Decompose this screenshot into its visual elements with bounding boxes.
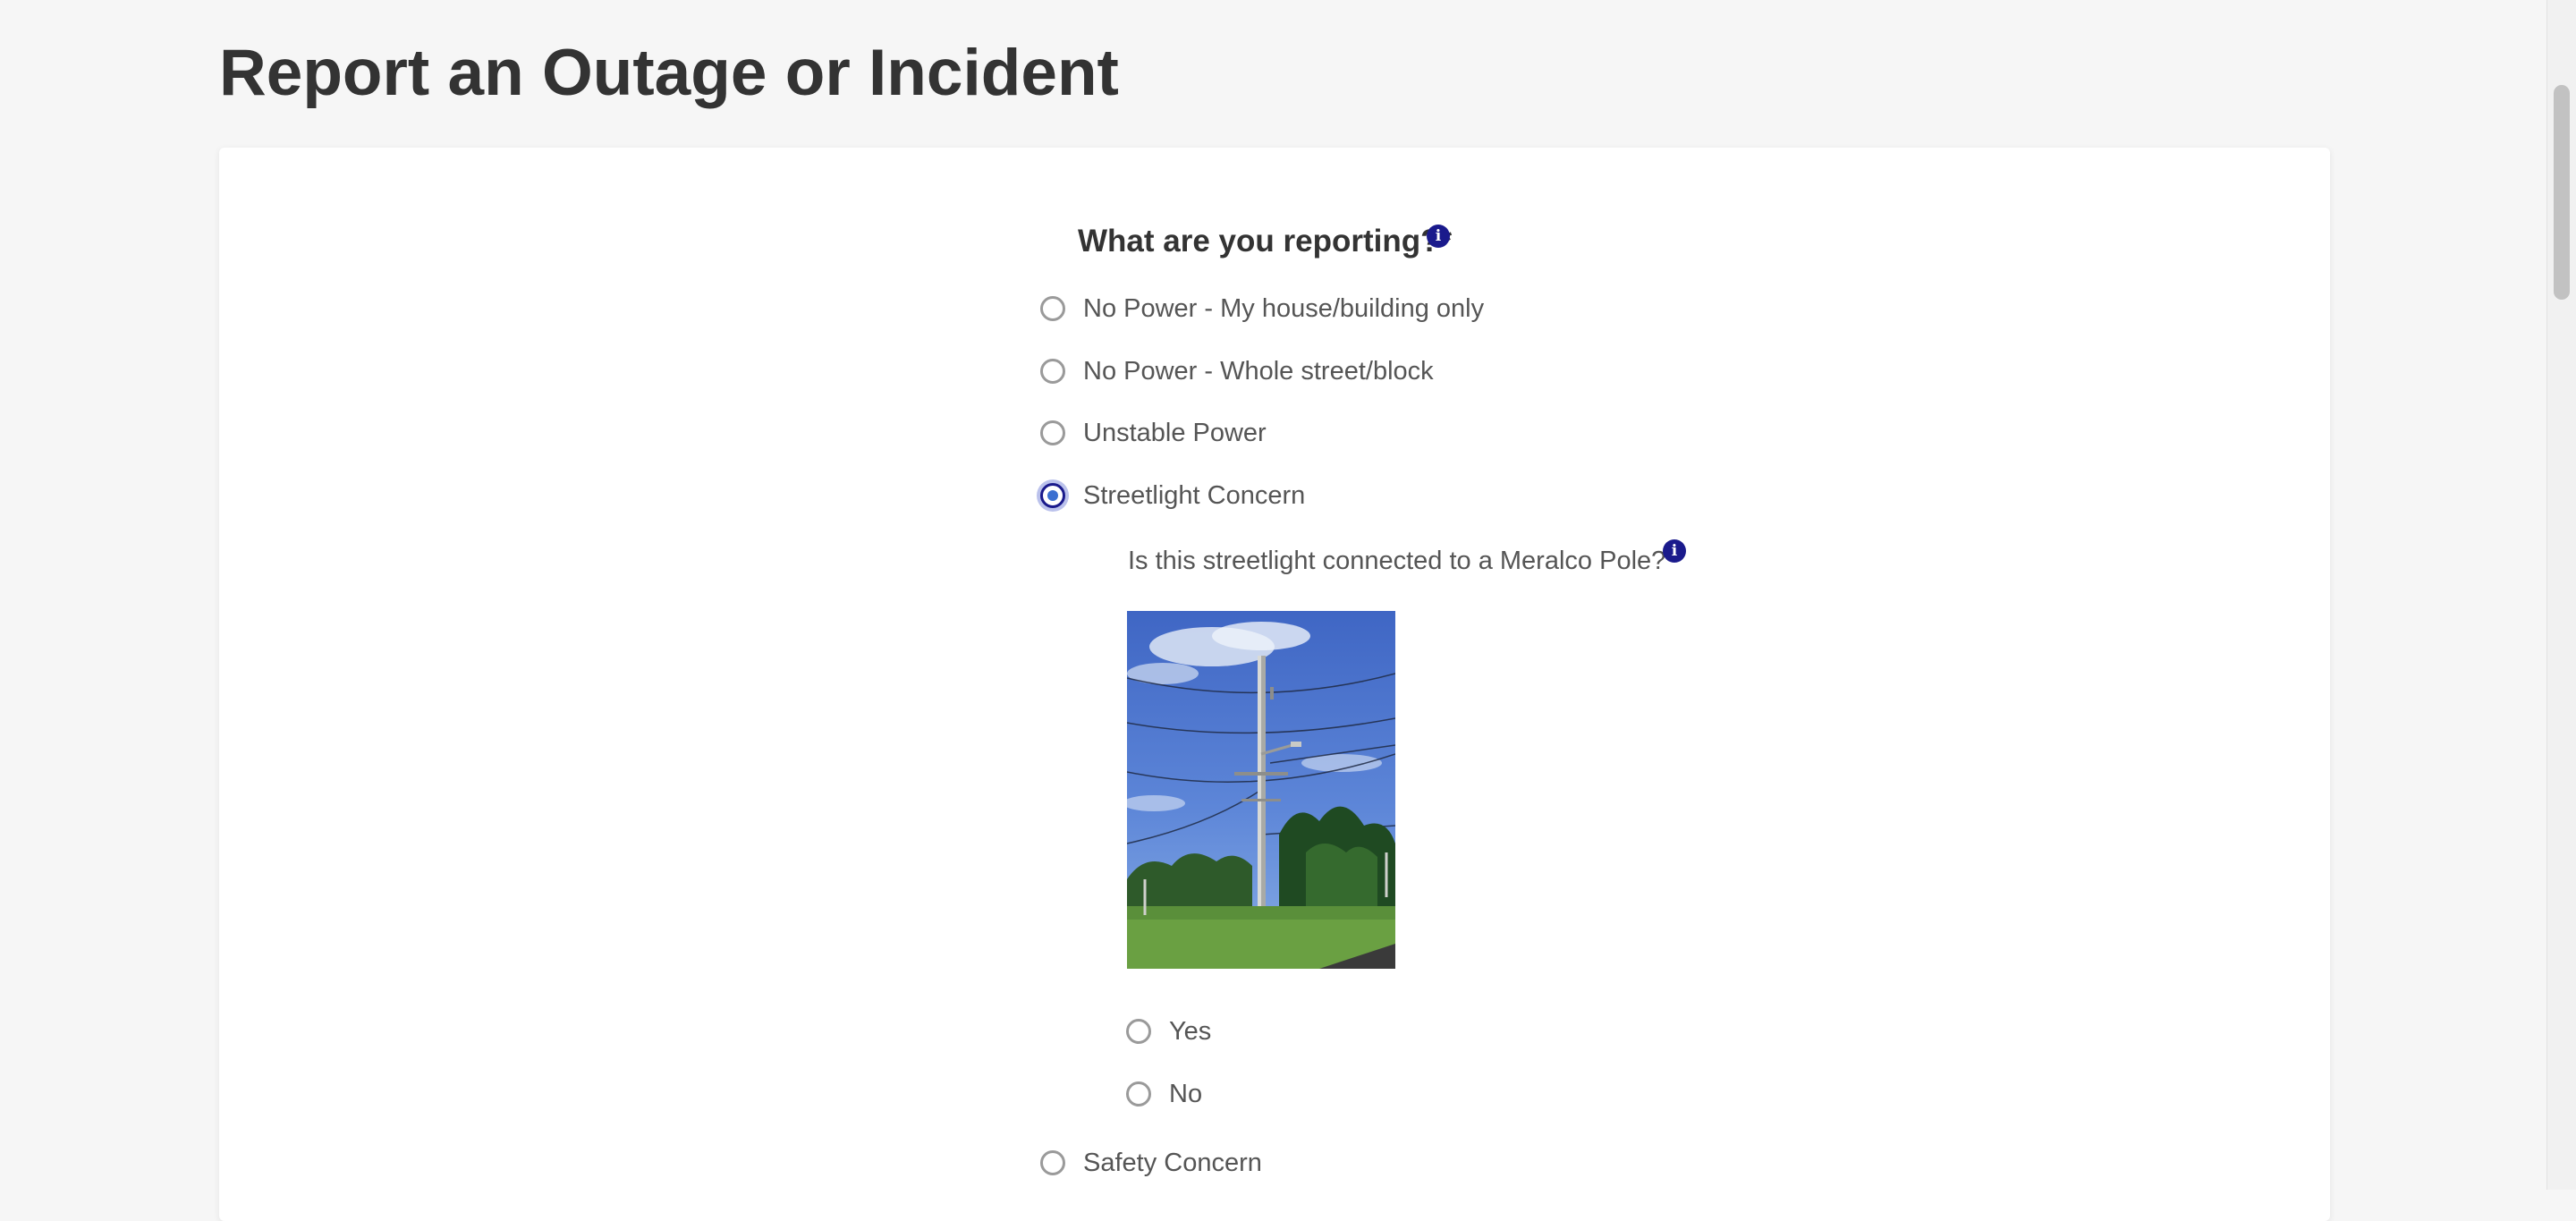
meralco-pole-question-text: Is this streetlight connected to a Meral… xyxy=(1128,547,1666,575)
reporting-type-question: What are you reporting?* xyxy=(1078,224,1452,259)
radio-button[interactable] xyxy=(1040,1150,1065,1175)
option-no-power-house[interactable]: No Power - My house/building only xyxy=(1040,289,1484,328)
option-label: No Power - Whole street/block xyxy=(1083,356,1434,386)
info-icon[interactable]: i xyxy=(1663,539,1686,563)
option-label: Yes xyxy=(1169,1016,1212,1046)
scrollbar-thumb[interactable] xyxy=(2554,85,2570,300)
radio-button[interactable] xyxy=(1040,420,1065,445)
info-icon[interactable]: i xyxy=(1427,225,1450,248)
option-unstable-power[interactable]: Unstable Power xyxy=(1040,413,1267,453)
page-title: Report an Outage or Incident xyxy=(219,37,1119,109)
radio-button-selected[interactable] xyxy=(1040,483,1065,508)
option-safety-concern[interactable]: Safety Concern xyxy=(1040,1143,1262,1183)
option-label: Streetlight Concern xyxy=(1083,480,1306,510)
option-streetlight-concern[interactable]: Streetlight Concern xyxy=(1040,476,1305,515)
option-label: No xyxy=(1169,1079,1203,1108)
option-no-power-street[interactable]: No Power - Whole street/block xyxy=(1040,352,1434,391)
option-label: No Power - My house/building only xyxy=(1083,293,1485,323)
radio-button[interactable] xyxy=(1126,1081,1151,1107)
option-yes[interactable]: Yes xyxy=(1126,1012,1211,1051)
option-label: Unstable Power xyxy=(1083,418,1267,447)
option-no[interactable]: No xyxy=(1126,1074,1202,1114)
vertical-scrollbar[interactable] xyxy=(2546,0,2576,1190)
option-label: Safety Concern xyxy=(1083,1148,1262,1177)
meralco-pole-question: Is this streetlight connected to a Meral… xyxy=(1128,547,1676,576)
reporting-type-question-text: What are you reporting? xyxy=(1078,224,1440,259)
radio-button[interactable] xyxy=(1040,296,1065,321)
pole-photo-illustration xyxy=(1127,611,1395,969)
radio-button[interactable] xyxy=(1126,1019,1151,1044)
meralco-pole-photo xyxy=(1127,611,1395,969)
radio-button[interactable] xyxy=(1040,359,1065,384)
